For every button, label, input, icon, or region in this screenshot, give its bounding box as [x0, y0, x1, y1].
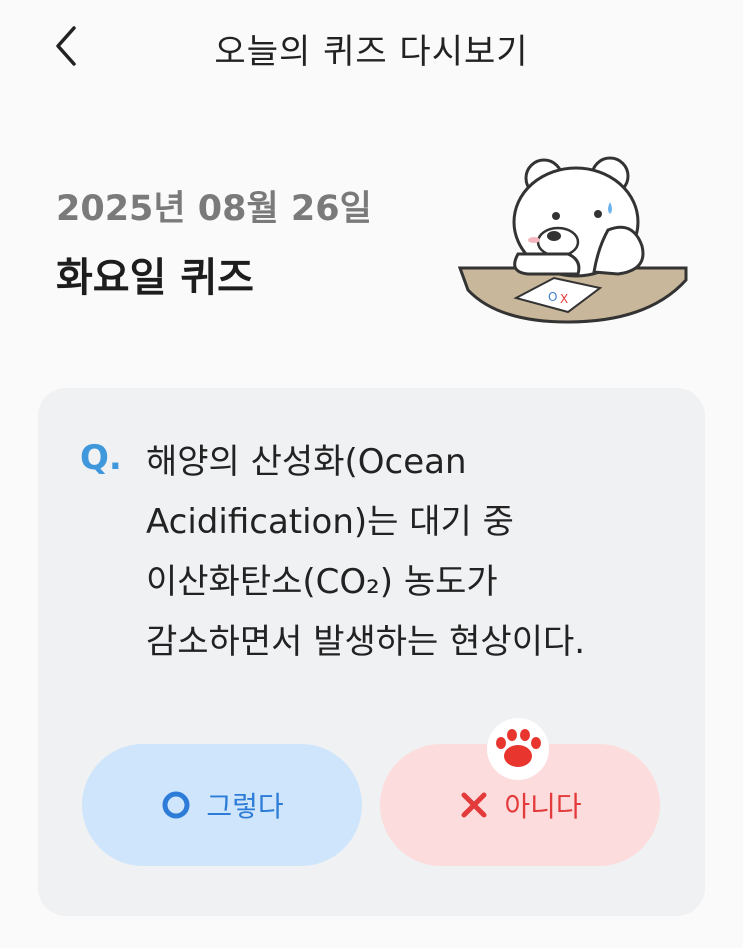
question-label: Q. — [80, 438, 122, 478]
x-mark-icon — [461, 792, 487, 818]
app-header: 오늘의 퀴즈 다시보기 — [0, 0, 743, 96]
polar-bear-mascot-illustration: O X — [458, 156, 688, 324]
question-line: 해양의 산성화(Ocean — [146, 442, 467, 482]
answer-yes-label: 그렇다 — [206, 790, 284, 823]
answer-no-label: 아니다 — [504, 790, 582, 823]
circle-o-icon — [162, 791, 190, 819]
question-line: 감소하면서 발생하는 현상이다. — [146, 622, 586, 662]
quiz-day-title: 화요일 퀴즈 — [56, 255, 254, 301]
page-title: 오늘의 퀴즈 다시보기 — [214, 32, 529, 72]
question-line: Acidification)는 대기 중 — [146, 502, 514, 542]
paw-icon — [487, 718, 549, 780]
answer-yes-button[interactable]: 그렇다 — [82, 744, 362, 866]
quiz-date: 2025년 08월 26일 — [56, 189, 372, 229]
question-line: 이산화탄소(CO₂) 농도가 — [146, 562, 498, 602]
svg-text:O: O — [548, 290, 557, 304]
question-text: 해양의 산성화(Ocean Acidification)는 대기 중 이산화탄소… — [146, 432, 666, 672]
svg-text:X: X — [560, 292, 568, 306]
